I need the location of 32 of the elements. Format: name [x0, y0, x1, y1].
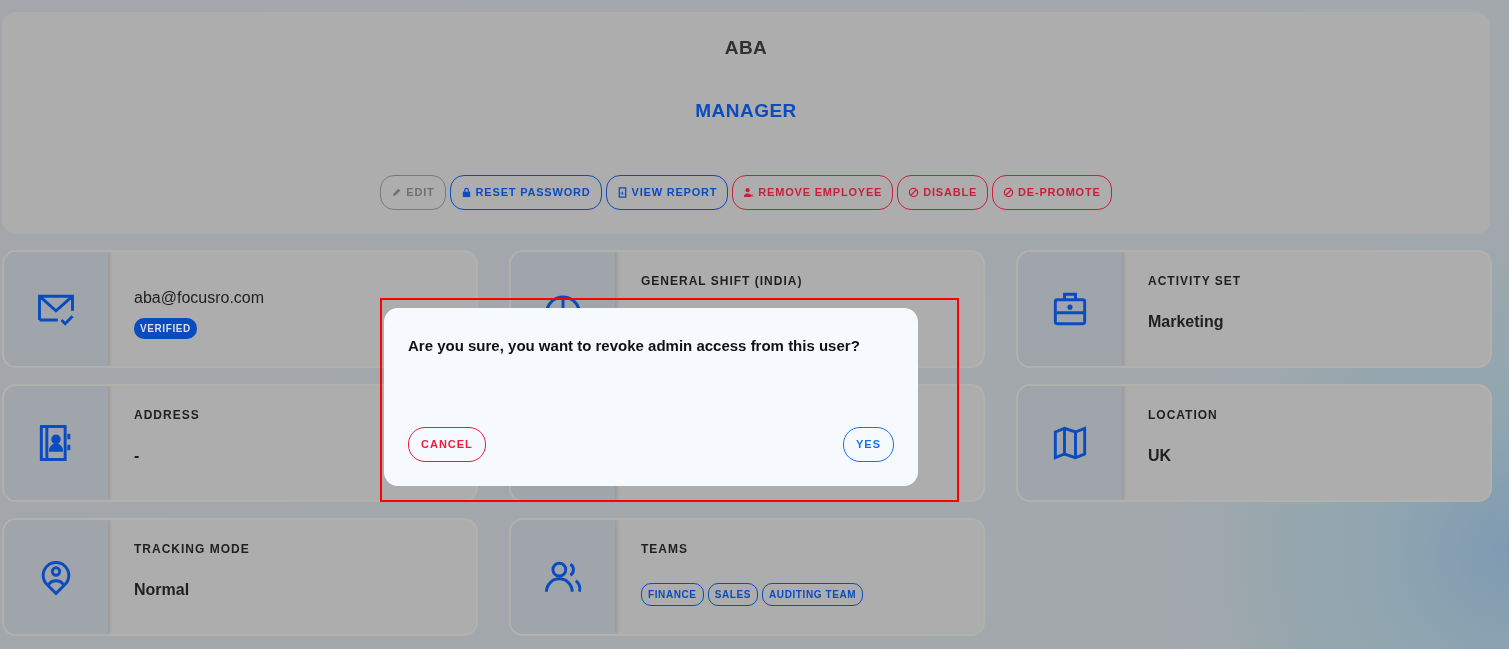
team-tag: AUDITING TEAM — [762, 583, 864, 606]
field-label: TEAMS — [641, 541, 689, 558]
cancel-button[interactable]: CANCEL — [408, 427, 486, 462]
employee-role: MANAGER — [695, 99, 797, 121]
field-label: ACTIVITY SET — [1148, 273, 1242, 290]
field-value: Normal — [134, 581, 190, 598]
field-label: TRACKING MODE — [134, 541, 250, 558]
email-address: aba@focusro.com — [134, 288, 265, 308]
block-icon — [908, 187, 920, 198]
field-label: GENERAL SHIFT (INDIA) — [641, 273, 803, 290]
pencil-icon — [391, 187, 403, 198]
field-label: LOCATION — [1148, 407, 1218, 424]
de-promote-button[interactable]: DE-PROMOTE — [992, 175, 1112, 210]
team-tag: SALES — [707, 583, 758, 606]
view-report-button[interactable]: VIEW REPORT — [605, 175, 729, 210]
employee-name: ABA — [724, 37, 768, 58]
block-icon — [1003, 187, 1015, 198]
verified-badge: VERIFIED — [134, 318, 197, 339]
lock-icon — [460, 187, 472, 198]
disable-button[interactable]: DISABLE — [897, 175, 989, 210]
reset-password-button[interactable]: RESET PASSWORD — [449, 175, 602, 210]
field-value: UK — [1148, 447, 1172, 464]
dialog-message: Are you sure, you want to revoke admin access from this user? — [408, 337, 860, 354]
document-icon — [616, 187, 628, 198]
field-value: - — [134, 447, 140, 464]
person-remove-icon — [743, 187, 755, 198]
confirm-button[interactable]: YES — [843, 427, 894, 462]
team-tag: FINANCE — [641, 583, 704, 606]
field-value: Marketing — [1148, 313, 1224, 330]
remove-employee-button[interactable]: REMOVE EMPLOYEE — [732, 175, 894, 210]
field-label: ADDRESS — [134, 407, 200, 424]
edit-button[interactable]: EDIT — [380, 175, 446, 210]
